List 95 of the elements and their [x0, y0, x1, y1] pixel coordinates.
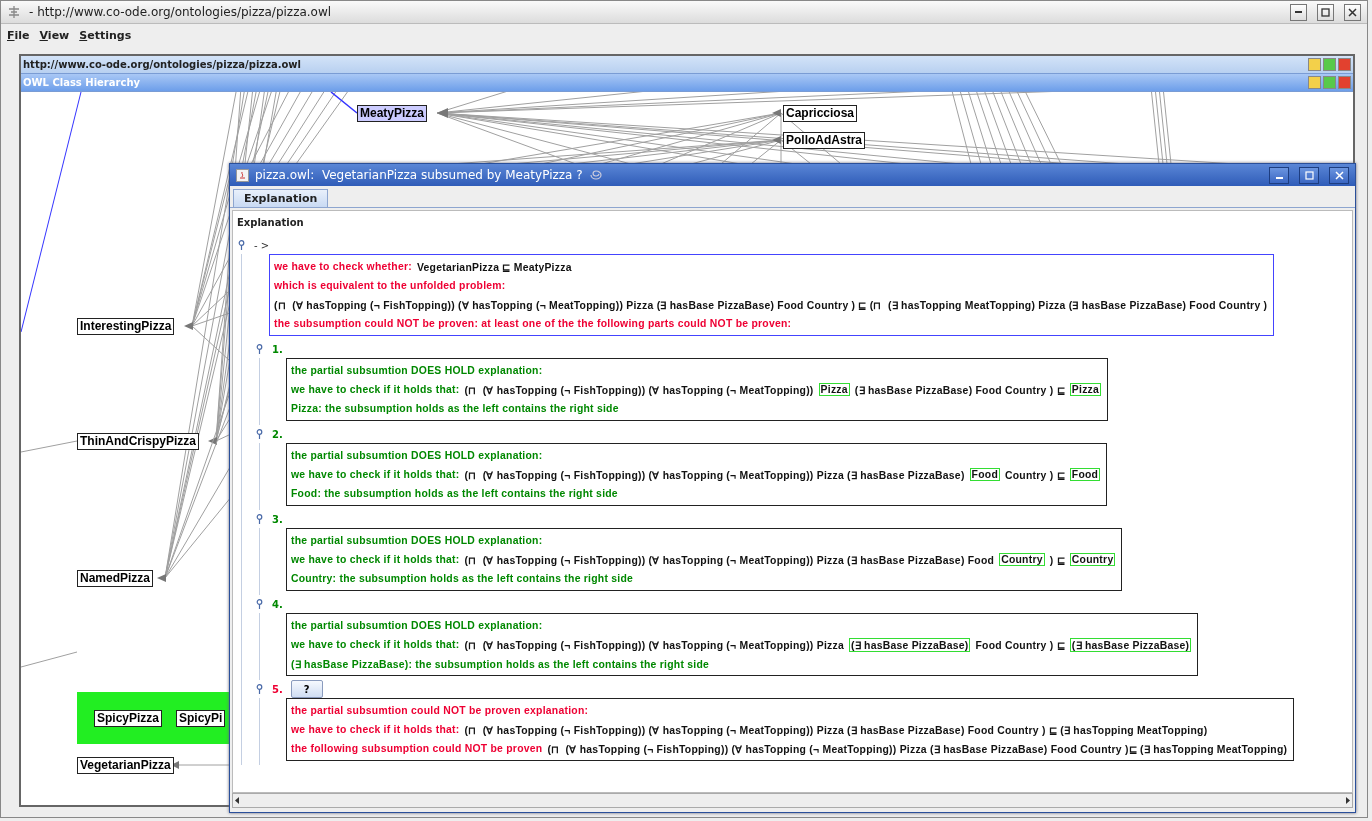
- explanation-label: Country: the subsumption holds as the left contains the right side: [291, 573, 634, 584]
- app-icon: [7, 5, 21, 19]
- formula-text: Country ) ⊑: [1005, 468, 1065, 481]
- highlighted-term: (∃ hasBase PizzaBase): [1069, 637, 1192, 652]
- formula-text: Food Country ) ⊑: [975, 638, 1065, 651]
- arrowhead-icon: [437, 108, 448, 118]
- explanation-label: we have to check if it holds that:: [291, 554, 460, 565]
- arrowhead-icon: [157, 574, 166, 582]
- tree-toggle-icon[interactable]: [255, 514, 264, 524]
- explanation-label: which is equivalent to the unfolded problem:: [274, 280, 506, 291]
- explanation-label: the partial subsumtion DOES HOLD explanation:: [291, 450, 543, 461]
- dialog-title: pizza.owl: VegetarianPizza subsumed by MeatyPizza ?: [255, 168, 583, 182]
- horizontal-scrollbar[interactable]: [232, 793, 1353, 808]
- formula-text: (∃ hasBase PizzaBase) Food Country ) ⊑: [854, 383, 1065, 396]
- tree-toggle-icon[interactable]: [255, 684, 264, 694]
- formula-text: VegetarianPizza ⊑ MeatyPizza: [416, 260, 572, 273]
- formula-text: (⊓ (∀ hasTopping (¬ FishTopping)) (∀ hasTopping (¬ MeatTopping)) Pizza (∃ hasBase PizzaBase) Food: [464, 553, 995, 566]
- class-node[interactable]: SpicyPizza: [94, 709, 163, 727]
- connector-line: [21, 440, 78, 453]
- class-node[interactable]: ThinAndCrispyPizza: [77, 433, 199, 450]
- close-button[interactable]: [1344, 3, 1361, 21]
- close-icon: [1334, 170, 1344, 180]
- highlighted-term: Food: [1069, 468, 1101, 481]
- frame-title: http://www.co-ode.org/ontologies/pizza/pizza.owl: [23, 59, 303, 70]
- highlighted-term: Pizza: [1069, 383, 1102, 396]
- arrowhead-icon: [772, 109, 781, 117]
- menu-item[interactable]: File: [7, 28, 30, 42]
- minimize-icon: [1295, 11, 1302, 13]
- class-node[interactable]: Capricciosa: [783, 105, 858, 122]
- explanation-label: we have to check if it holds that:: [291, 724, 460, 735]
- maximize-button[interactable]: [1299, 166, 1319, 184]
- part-number: 1.: [272, 343, 283, 355]
- close-button[interactable]: [1329, 166, 1349, 184]
- explanation-label: we have to check if it holds that:: [291, 469, 460, 480]
- tree-toggle-icon[interactable]: [255, 344, 264, 354]
- explanation-label: we have to check if it holds that:: [291, 639, 460, 650]
- explanation-label: the partial subsumtion could NOT be proven explanation:: [291, 705, 589, 716]
- highlighted-term: (∃ hasBase PizzaBase): [848, 637, 971, 652]
- formula-text: (⊓ (∀ hasTopping (¬ FishTopping)) (∀ hasTopping (¬ MeatTopping)) Pizza (∃ hasBase PizzaBase) Food Country ) ⊑ (⊓ (∃ hasTopping MeatTopping) Pizza (∃ hasBase PizzaBase) Food Country ): [274, 298, 1268, 311]
- part-number: 2.: [272, 428, 283, 440]
- scroll-left-icon[interactable]: [233, 796, 242, 805]
- part-number: 5.: [272, 683, 283, 695]
- class-node[interactable]: NamedPizza: [77, 570, 154, 587]
- part-number: 4.: [272, 598, 283, 610]
- highlighted-term: Country: [1069, 553, 1116, 566]
- class-node[interactable]: VegetarianPizza: [77, 757, 174, 774]
- spinner-icon: [588, 169, 603, 181]
- formula-text: (⊓ (∀ hasTopping (¬ FishTopping)) (∀ hasTopping (¬ MeatTopping)): [464, 383, 814, 396]
- tree-toggle-icon[interactable]: [255, 599, 264, 609]
- java-icon: [236, 168, 249, 182]
- close-icon: [1348, 7, 1357, 17]
- formula-text: (⊓ (∀ hasTopping (¬ FishTopping)) (∀ hasTopping (¬ MeatTopping)) Pizza (∃ hasBase PizzaBase): [464, 468, 965, 481]
- highlighted-term: Country: [999, 553, 1045, 566]
- highlighted-term: Pizza: [818, 383, 850, 396]
- explanation-label: (∃ hasBase PizzaBase): the subsumption holds as the left contains the right side: [291, 657, 710, 670]
- explanation-label: we have to check whether:: [274, 261, 412, 272]
- panel-heading: Explanation: [237, 217, 304, 228]
- scroll-right-icon[interactable]: [1343, 796, 1352, 805]
- class-node[interactable]: PolloAdAstra: [783, 132, 865, 149]
- formula-text: (⊓ (∀ hasTopping (¬ FishTopping)) (∀ hasTopping (¬ MeatTopping)) Pizza (∃ hasBase PizzaBase) Food Country ) ⊑ (∃ hasTopping MeatTopping): [464, 723, 1208, 736]
- minimize-button[interactable]: [1269, 166, 1289, 184]
- class-node[interactable]: MeatyPizza: [357, 105, 428, 122]
- frame-title: OWL Class Hierarchy: [23, 77, 142, 88]
- class-node[interactable]: SpicyPi: [176, 709, 226, 727]
- query-button[interactable]: ?: [290, 680, 323, 698]
- tree-toggle-icon[interactable]: [255, 429, 264, 439]
- explanation-label: the partial subsumtion DOES HOLD explanation:: [291, 535, 543, 546]
- window-title: - http://www.co-ode.org/ontologies/pizza/pizza.owl: [29, 5, 333, 19]
- formula-text: (⊓ (∀ hasTopping (¬ FishTopping)) (∀ hasTopping (¬ MeatTopping)) Pizza (∃ hasBase PizzaBase) Food Country )⊑ (∃ hasTopping MeatTopping): [547, 742, 1288, 755]
- arrowhead-icon: [772, 136, 781, 144]
- maximize-icon: [1321, 7, 1330, 17]
- menu-item[interactable]: View: [39, 28, 70, 42]
- highlighted-term: Food: [969, 468, 1000, 481]
- formula-text: ) ⊑: [1049, 553, 1065, 566]
- explanation-label: the partial subsumtion DOES HOLD explanation:: [291, 620, 543, 631]
- explanation-label: the following subsumption could NOT be proven: [291, 743, 543, 754]
- tree-node-label: - >: [254, 239, 270, 251]
- explanation-label: the partial subsumtion DOES HOLD explanation:: [291, 365, 543, 376]
- minimize-button[interactable]: [1290, 3, 1307, 21]
- explanation-label: Food: the subsumption holds as the left contains the right side: [291, 488, 618, 499]
- class-node[interactable]: InterestingPizza: [77, 318, 175, 335]
- formula-text: (⊓ (∀ hasTopping (¬ FishTopping)) (∀ hasTopping (¬ MeatTopping)) Pizza: [464, 638, 844, 651]
- arrowhead-icon: [208, 437, 217, 445]
- maximize-icon: [1304, 170, 1314, 180]
- tab[interactable]: Explanation: [233, 189, 329, 207]
- maximize-button[interactable]: [1317, 3, 1334, 21]
- tree-toggle-icon[interactable]: [237, 240, 246, 250]
- part-number: 3.: [272, 513, 283, 525]
- minimize-icon: [1275, 177, 1283, 179]
- menu-item[interactable]: Settings: [79, 28, 132, 42]
- explanation-label: Pizza: the subsumption holds as the left contains the right side: [291, 403, 619, 414]
- explanation-label: we have to check if it holds that:: [291, 384, 460, 395]
- connector-line: [21, 651, 78, 668]
- explanation-label: the subsumption could NOT be proven: at least one of the the following parts could NOT be proven:: [274, 318, 792, 329]
- arrowhead-icon: [184, 322, 193, 330]
